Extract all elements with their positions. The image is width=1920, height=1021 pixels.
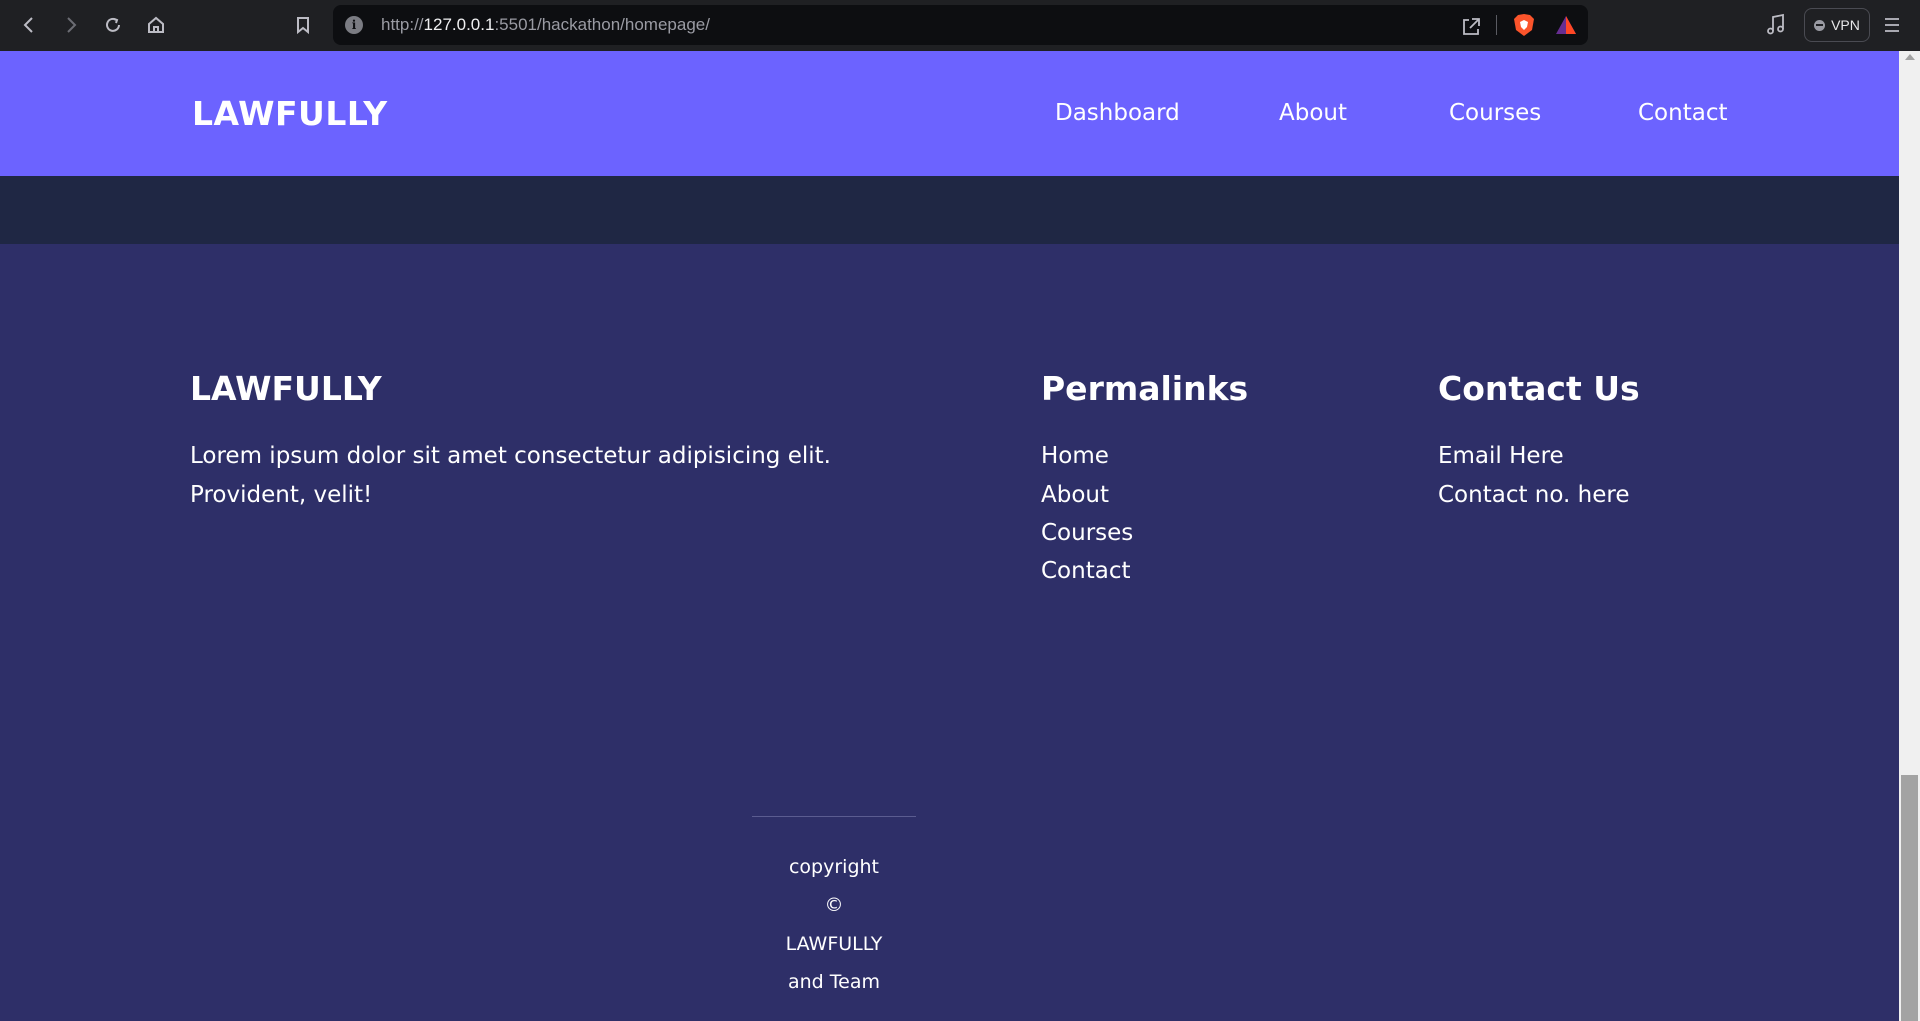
copyright-text: copyright — [788, 856, 880, 878]
footer-contact-title: Contact Us — [1438, 369, 1640, 408]
page-scrollbar[interactable] — [1899, 51, 1920, 1021]
footer-divider — [752, 816, 916, 817]
address-bar-divider — [1496, 15, 1497, 35]
bookmark-icon[interactable] — [290, 12, 316, 38]
copyright-symbol: © — [824, 894, 844, 916]
browser-toolbar: i http://127.0.0.1:5501/hackathon/homepa… — [0, 0, 1920, 51]
site-header: LAWFULLY Dashboard About Courses Contact — [0, 51, 1899, 176]
footer-brand-title: LAWFULLY — [190, 369, 382, 408]
footer-link-home[interactable]: Home — [1041, 443, 1109, 469]
address-bar[interactable]: i http://127.0.0.1:5501/hackathon/homepa… — [333, 5, 1588, 45]
vpn-label: VPN — [1831, 17, 1860, 33]
brave-shields-icon[interactable] — [1513, 13, 1535, 37]
copyright-team: and Team — [787, 971, 880, 993]
scroll-up-arrow-icon[interactable] — [1905, 54, 1915, 60]
url-text[interactable]: http://127.0.0.1:5501/hackathon/homepage… — [381, 15, 710, 35]
url-host: 127.0.0.1 — [423, 15, 495, 34]
copyright-brand: LAWFULLY — [785, 933, 883, 955]
footer-description: Lorem ipsum dolor sit amet consectetur a… — [190, 443, 831, 469]
nav-link-about[interactable]: About — [1279, 100, 1347, 126]
vpn-status-icon — [1814, 19, 1826, 31]
site-logo[interactable]: LAWFULLY — [192, 94, 388, 133]
vpn-button[interactable]: VPN — [1804, 8, 1870, 42]
url-scheme: http:// — [381, 15, 424, 34]
share-icon[interactable] — [1460, 15, 1482, 37]
back-icon[interactable] — [16, 12, 42, 38]
reload-icon[interactable] — [100, 12, 126, 38]
footer-contact-email[interactable]: Email Here — [1438, 443, 1564, 469]
brave-rewards-icon[interactable] — [1555, 15, 1577, 35]
nav-link-courses[interactable]: Courses — [1449, 100, 1541, 126]
page-viewport: LAWFULLY Dashboard About Courses Contact… — [0, 51, 1899, 1021]
section-band — [0, 176, 1899, 244]
forward-icon[interactable] — [58, 12, 84, 38]
media-controls-icon[interactable] — [1765, 13, 1787, 37]
footer-permalinks-title: Permalinks — [1041, 369, 1249, 408]
footer-description-line2: Provident, velit! — [190, 482, 373, 508]
footer-link-courses[interactable]: Courses — [1041, 520, 1133, 546]
footer-link-contact[interactable]: Contact — [1041, 558, 1130, 584]
url-port: :5501 — [494, 15, 537, 34]
url-path: /hackathon/homepage/ — [536, 15, 710, 34]
footer-contact-phone[interactable]: Contact no. here — [1438, 482, 1630, 508]
scrollbar-thumb[interactable] — [1901, 775, 1918, 1021]
site-info-icon[interactable]: i — [345, 16, 363, 34]
home-icon[interactable] — [143, 12, 169, 38]
nav-link-contact[interactable]: Contact — [1638, 100, 1727, 126]
footer-link-about[interactable]: About — [1041, 482, 1109, 508]
hamburger-menu-icon[interactable] — [1882, 15, 1902, 35]
nav-link-dashboard[interactable]: Dashboard — [1055, 100, 1180, 126]
